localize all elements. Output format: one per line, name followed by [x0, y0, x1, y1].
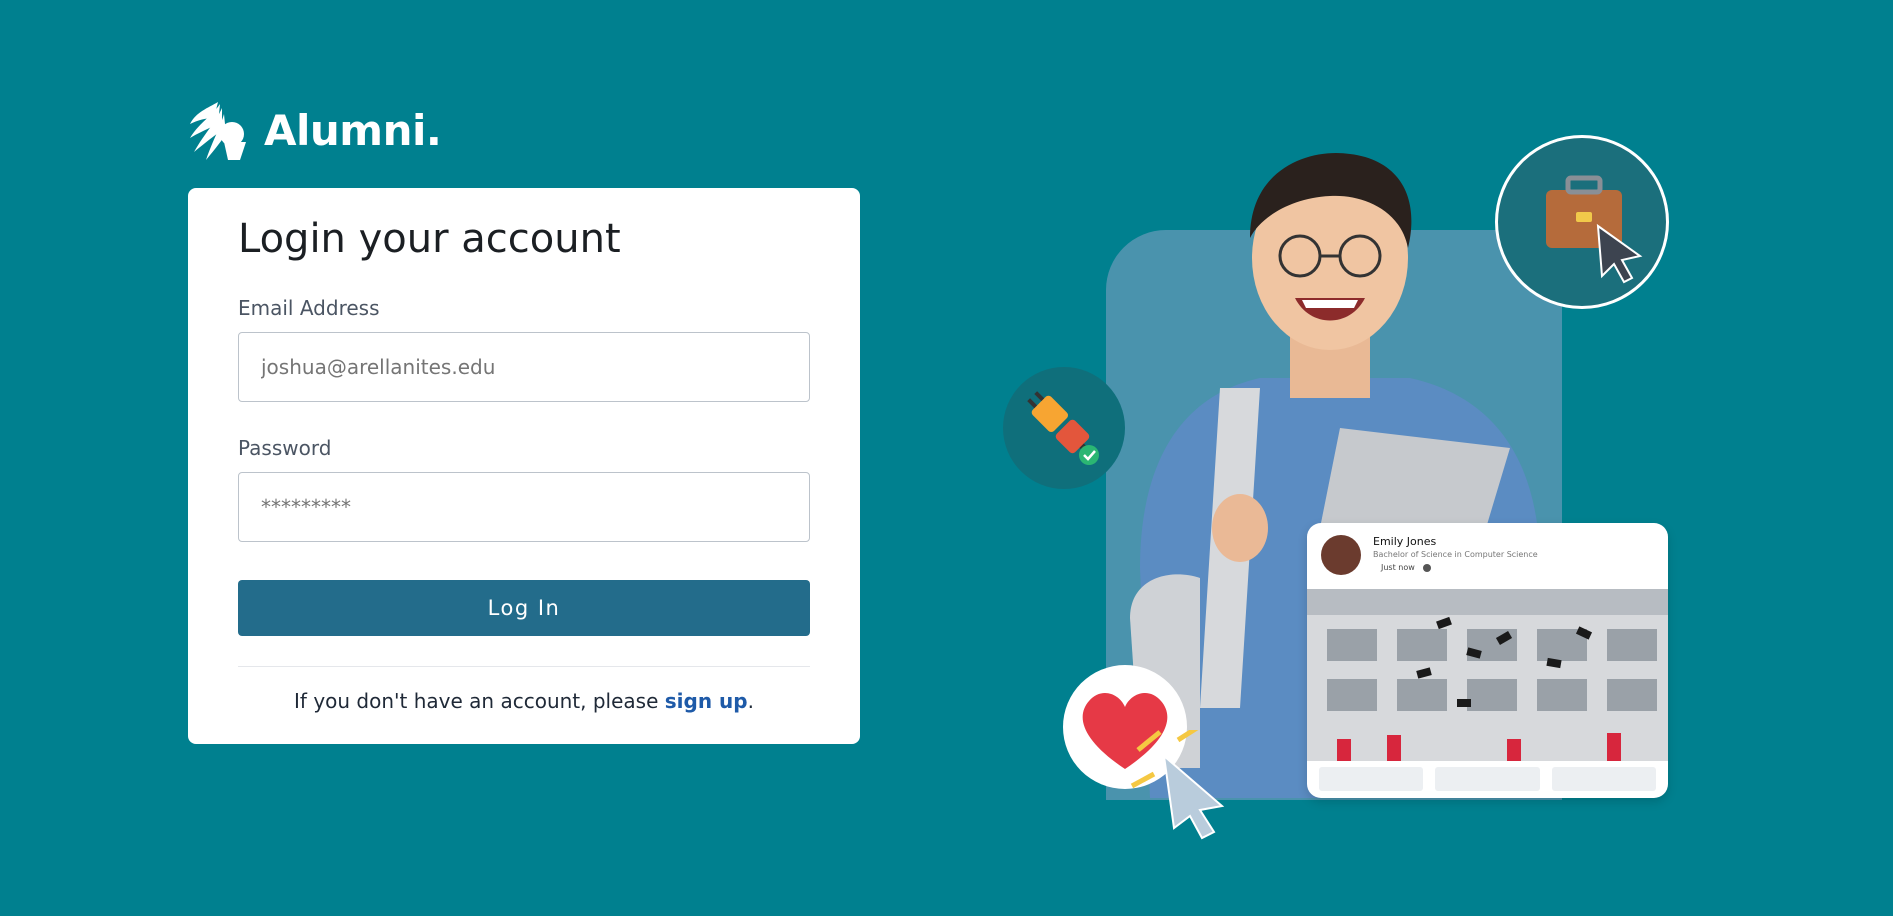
brand: Alumni.	[188, 98, 442, 162]
email-field-box	[238, 332, 810, 402]
password-label: Password	[238, 436, 332, 460]
headdress-icon	[190, 102, 246, 160]
email-field[interactable]	[259, 354, 789, 380]
post-image	[1307, 589, 1668, 761]
post-actions	[1307, 761, 1668, 797]
password-field[interactable]	[259, 494, 789, 520]
divider	[238, 666, 810, 667]
post-header: Emily Jones Bachelor of Science in Compu…	[1307, 523, 1668, 589]
signup-prefix: If you don't have an account, please	[294, 689, 665, 713]
signup-text: If you don't have an account, please sig…	[238, 689, 810, 713]
post-action-like[interactable]	[1319, 767, 1424, 791]
post-action-share[interactable]	[1551, 767, 1656, 791]
login-card: Login your account Email Address Passwor…	[188, 188, 860, 744]
cursor-icon	[1130, 730, 1225, 840]
post-time: Just now	[1381, 563, 1538, 572]
plug-icon	[1027, 391, 1099, 465]
brand-name: Alumni.	[264, 105, 442, 155]
avatar	[1321, 535, 1361, 575]
globe-icon	[1423, 563, 1432, 572]
briefcase-badge	[1495, 135, 1669, 309]
password-field-box	[238, 472, 810, 542]
hero-illustration: Emily Jones Bachelor of Science in Compu…	[1000, 130, 1700, 850]
post-card: Emily Jones Bachelor of Science in Compu…	[1307, 523, 1668, 798]
post-author: Emily Jones	[1373, 535, 1437, 548]
email-label: Email Address	[238, 296, 380, 320]
post-action-comment[interactable]	[1435, 767, 1540, 791]
login-title: Login your account	[238, 216, 621, 262]
plug-badge	[1003, 367, 1125, 489]
login-button[interactable]: Log In	[238, 580, 810, 636]
signup-link[interactable]: sign up	[665, 689, 748, 713]
signup-suffix: .	[747, 689, 754, 713]
post-degree: Bachelor of Science in Computer Science	[1373, 550, 1538, 559]
post-time-text: Just now	[1381, 563, 1415, 572]
